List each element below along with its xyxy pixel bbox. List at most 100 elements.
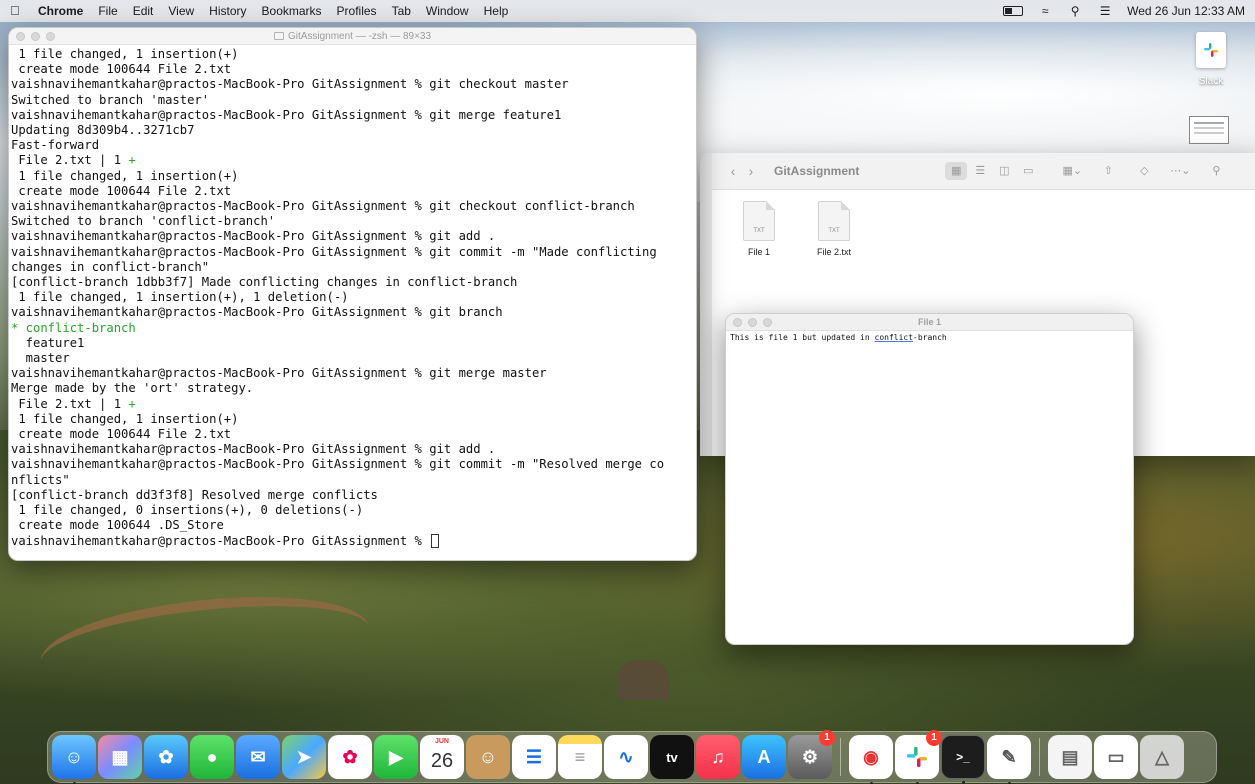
- launchpad-app-icon[interactable]: ▦: [98, 735, 142, 779]
- search-icon[interactable]: ⚲: [1205, 162, 1227, 180]
- terminal-line-text: 1 file changed, 1 insertion(+), 1 deleti…: [11, 290, 349, 305]
- terminal-line-text: feature1: [11, 335, 85, 350]
- app-store-app-icon[interactable]: A: [742, 735, 786, 779]
- terminal-line: File 2.txt | 1 +: [11, 153, 692, 168]
- trash-icon[interactable]: △: [1140, 735, 1184, 779]
- calendar-app-icon[interactable]: JUN 26: [420, 735, 464, 779]
- zoom-window-button[interactable]: [763, 318, 772, 327]
- menu-file[interactable]: File: [98, 4, 117, 18]
- textedit-titlebar: File 1: [726, 314, 1133, 331]
- menu-app-name[interactable]: Chrome: [38, 4, 83, 18]
- terminal-line: create mode 100644 File 2.txt: [11, 184, 692, 199]
- freeform-app-icon[interactable]: ∿: [604, 735, 648, 779]
- finder-sidebar: [700, 153, 712, 456]
- menu-clock[interactable]: Wed 26 Jun 12:33 AM: [1127, 4, 1245, 18]
- terminal-cursor: [431, 533, 440, 548]
- contacts-app-icon[interactable]: ☺: [466, 735, 510, 779]
- menu-bar:  Chrome File Edit View History Bookmark…: [0, 0, 1255, 22]
- slack-app-icon[interactable]: 1: [895, 730, 942, 784]
- gallery-view-icon[interactable]: ▭: [1017, 162, 1039, 180]
- system-settings-app-icon[interactable]: ⚙ 1: [788, 730, 835, 779]
- menu-window[interactable]: Window: [426, 4, 469, 18]
- terminal-line: 1 file changed, 0 insertions(+), 0 delet…: [11, 503, 692, 518]
- minimize-window-button[interactable]: [31, 32, 40, 41]
- tag-icon[interactable]: ◇: [1133, 162, 1155, 180]
- menu-edit[interactable]: Edit: [133, 4, 154, 18]
- diffstat-plus: +: [128, 396, 136, 411]
- file-type-label: TXT: [828, 228, 840, 234]
- back-chevron-icon[interactable]: ‹: [724, 163, 742, 179]
- finder-file-item[interactable]: TXT File 1: [729, 201, 789, 257]
- terminal-line: create mode 100644 .DS_Store: [11, 518, 692, 533]
- column-view-icon[interactable]: ◫: [993, 162, 1015, 180]
- facetime-app-icon[interactable]: ▶: [374, 735, 418, 779]
- icon-view-icon[interactable]: ▦: [945, 162, 968, 180]
- wifi-icon[interactable]: ≈: [1037, 5, 1053, 17]
- chrome-app-icon[interactable]: ◉: [849, 735, 893, 784]
- share-icon[interactable]: ⇧: [1097, 162, 1119, 180]
- apple-tv-app-icon[interactable]: tv: [650, 735, 694, 779]
- safari-app-icon[interactable]: ✿: [144, 735, 188, 779]
- document-text: -branch: [913, 333, 947, 342]
- messages-app-icon[interactable]: ●: [190, 735, 234, 779]
- terminal-line: 1 file changed, 1 insertion(+), 1 deleti…: [11, 290, 692, 305]
- terminal-line: create mode 100644 File 2.txt: [11, 62, 692, 77]
- dock: ☺ ▦ ✿ ● ✉ ➤ ✿ ▶ JUN 26 ☺ ☰ ≡ ∿ tv ♫ A ⚙ 1…: [47, 730, 1217, 784]
- desktop-screenshot-file[interactable]: [1189, 116, 1229, 144]
- terminal-line: Updating 8d309b4..3271cb7: [11, 123, 692, 138]
- menu-help[interactable]: Help: [484, 4, 509, 18]
- terminal-line-text: 1 file changed, 1 insertion(+): [11, 47, 239, 61]
- terminal-app-icon[interactable]: >_: [941, 735, 985, 784]
- terminal-line-text: File 2.txt | 1: [11, 153, 129, 168]
- terminal-line-text: Switched to branch 'conflict-branch': [11, 214, 276, 229]
- terminal-line-text: 1 file changed, 1 insertion(+): [11, 168, 239, 183]
- terminal-line-text: vaishnavihemantkahar@practos-MacBook-Pro…: [11, 442, 496, 457]
- list-view-icon[interactable]: ☰: [969, 162, 991, 180]
- file-type-label: TXT: [753, 228, 765, 234]
- group-by-icon[interactable]: ▦⌄: [1061, 162, 1083, 180]
- menu-history[interactable]: History: [209, 4, 246, 18]
- terminal-line-text: vaishnavihemantkahar@practos-MacBook-Pro…: [11, 229, 496, 244]
- apple-menu-icon[interactable]: : [10, 4, 24, 18]
- photos-app-icon[interactable]: ✿: [328, 735, 372, 779]
- close-window-button[interactable]: [733, 318, 742, 327]
- recent-document-icon[interactable]: ▤: [1048, 735, 1092, 779]
- finder-file-item[interactable]: TXT File 2.txt: [804, 201, 864, 257]
- textedit-title: File 1: [917, 317, 941, 327]
- maps-app-icon[interactable]: ➤: [282, 735, 326, 779]
- recent-screenshot-icon[interactable]: ▭: [1094, 735, 1138, 779]
- menu-bookmarks[interactable]: Bookmarks: [262, 4, 322, 18]
- more-actions-icon[interactable]: ⋯⌄: [1169, 162, 1191, 180]
- minimize-window-button[interactable]: [748, 318, 757, 327]
- text-file-icon: TXT: [818, 201, 850, 241]
- music-app-icon[interactable]: ♫: [696, 735, 740, 779]
- spotlight-search-icon[interactable]: ⚲: [1067, 5, 1083, 17]
- terminal-output[interactable]: 1 file changed, 1 insertion(+) create mo…: [9, 45, 696, 549]
- zoom-window-button[interactable]: [46, 32, 55, 41]
- terminal-line-text: vaishnavihemantkahar@practos-MacBook-Pro…: [11, 457, 665, 472]
- menu-profiles[interactable]: Profiles: [337, 4, 377, 18]
- notes-app-icon[interactable]: ≡: [558, 735, 602, 779]
- document-text: This is file 1 but updated in: [730, 333, 875, 342]
- terminal-scrollbar[interactable]: [692, 45, 696, 560]
- terminal-line: Switched to branch 'conflict-branch': [11, 214, 692, 229]
- textedit-document-body[interactable]: This is file 1 but updated in conflict-b…: [726, 331, 1133, 344]
- desktop-slack-file[interactable]: Slack: [1190, 32, 1232, 87]
- tv-label: tv: [666, 749, 678, 765]
- battery-icon[interactable]: [1003, 6, 1024, 16]
- view-mode-group: ▦ ☰ ◫ ▭: [945, 162, 1039, 180]
- menu-view[interactable]: View: [168, 4, 194, 18]
- menu-tab[interactable]: Tab: [392, 4, 411, 18]
- terminal-line-text: vaishnavihemantkahar@practos-MacBook-Pro…: [11, 107, 562, 122]
- mail-app-icon[interactable]: ✉: [236, 735, 280, 779]
- terminal-line: Merge made by the 'ort' strategy.: [11, 381, 692, 396]
- reminders-app-icon[interactable]: ☰: [512, 735, 556, 779]
- finder-app-icon[interactable]: ☺: [52, 735, 96, 784]
- control-center-icon[interactable]: ☰: [1097, 5, 1113, 17]
- forward-chevron-icon[interactable]: ›: [742, 163, 760, 179]
- text-file-icon: TXT: [743, 201, 775, 241]
- terminal-line-text: Updating 8d309b4..3271cb7: [11, 123, 195, 138]
- textedit-app-icon[interactable]: ✎: [987, 735, 1031, 784]
- close-window-button[interactable]: [16, 32, 25, 41]
- terminal-line: nflicts": [11, 473, 692, 488]
